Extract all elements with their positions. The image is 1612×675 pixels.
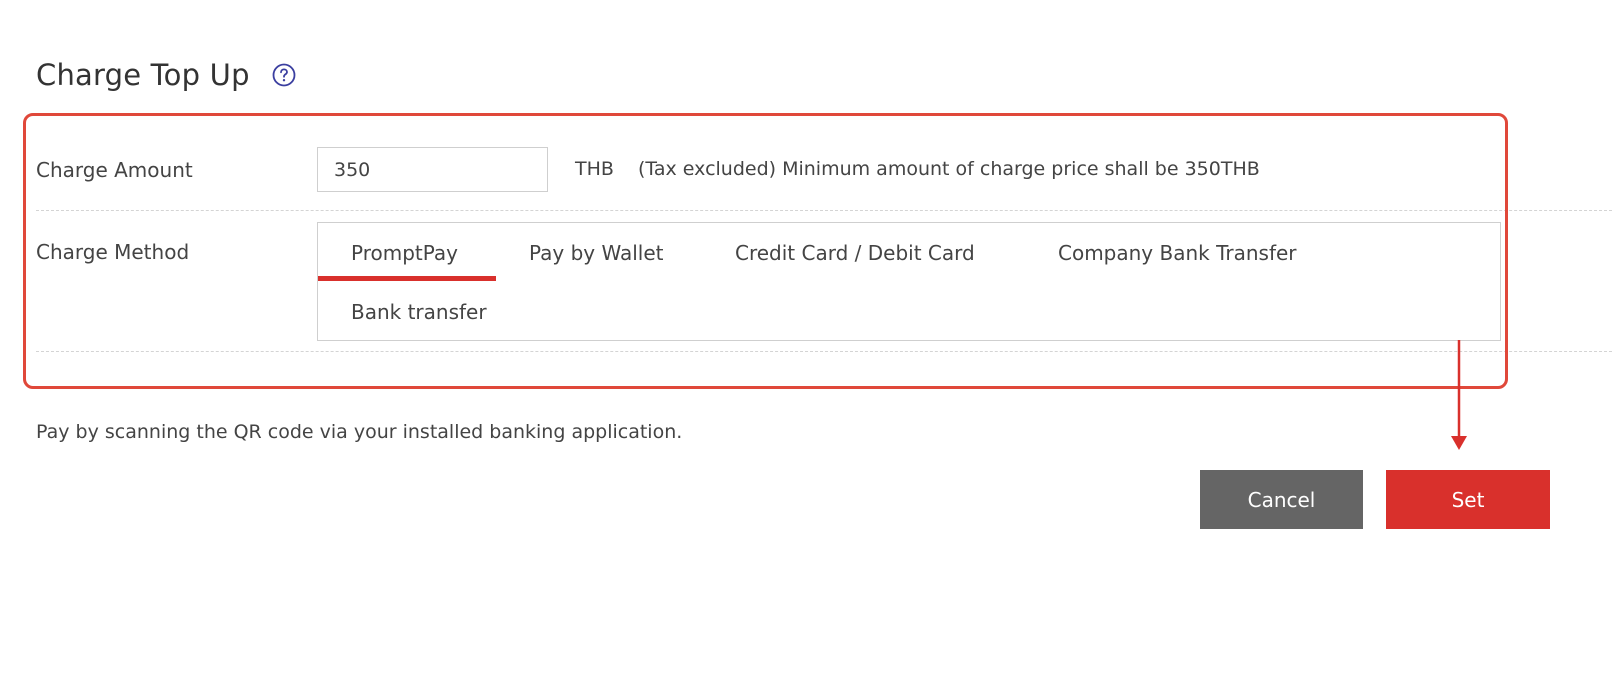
charge-method-tabs: PromptPay Pay by Wallet Credit Card / De… — [317, 222, 1501, 341]
tab-promptpay[interactable]: PromptPay — [351, 241, 458, 265]
title-row: Charge Top Up — [36, 55, 296, 95]
currency-unit: THB — [575, 158, 614, 180]
tab-bank-transfer[interactable]: Bank transfer — [351, 300, 487, 324]
page-title: Charge Top Up — [36, 58, 250, 92]
charge-amount-input[interactable] — [317, 147, 548, 192]
tab-credit-debit-card[interactable]: Credit Card / Debit Card — [735, 241, 975, 265]
tab-pay-by-wallet[interactable]: Pay by Wallet — [529, 241, 664, 265]
annotation-arrow-icon — [1451, 340, 1467, 450]
set-button[interactable]: Set — [1386, 470, 1550, 529]
cancel-button[interactable]: Cancel — [1200, 470, 1363, 529]
selected-tab-indicator — [318, 276, 496, 281]
row-divider — [36, 210, 1612, 211]
charge-top-up-page: Charge Top Up Charge Amount THB (Tax exc… — [0, 0, 1612, 675]
minimum-amount-note: (Tax excluded) Minimum amount of charge … — [638, 158, 1260, 180]
tab-company-bank-transfer[interactable]: Company Bank Transfer — [1058, 241, 1297, 265]
question-circle-icon[interactable] — [272, 63, 296, 87]
charge-amount-label: Charge Amount — [36, 158, 193, 182]
payment-description: Pay by scanning the QR code via your ins… — [36, 421, 683, 443]
charge-method-label: Charge Method — [36, 240, 190, 264]
row-divider — [36, 351, 1612, 352]
